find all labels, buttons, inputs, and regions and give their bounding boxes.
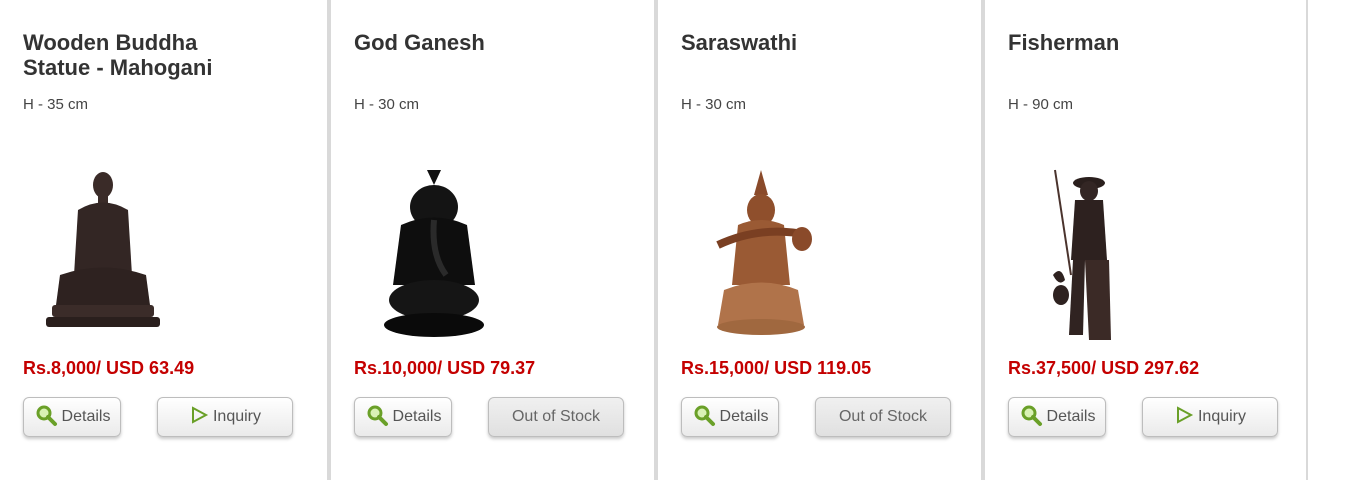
out-of-stock-label: Out of Stock	[511, 408, 601, 425]
details-label: Details	[1046, 408, 1096, 425]
product-price: Rs.15,000/ USD 119.05	[681, 358, 872, 378]
product-title[interactable]: Wooden Buddha Statue - Mahogani	[23, 30, 253, 82]
details-button[interactable]: Details	[1008, 397, 1106, 437]
product-price: Rs.37,500/ USD 297.62	[1008, 358, 1200, 378]
details-label: Details	[719, 408, 769, 425]
details-button[interactable]: Details	[23, 397, 121, 437]
details-label: Details	[61, 408, 111, 425]
product-title[interactable]: Saraswathi	[681, 30, 911, 82]
product-card: Saraswathi H - 30 cm Rs.15,000/ USD 119.…	[654, 0, 981, 480]
out-of-stock-label: Out of Stock	[838, 408, 928, 425]
product-title[interactable]: Fisherman	[1008, 30, 1238, 82]
details-button[interactable]: Details	[354, 397, 452, 437]
inquiry-label: Inquiry	[1197, 408, 1247, 425]
play-outline-icon	[1174, 405, 1194, 430]
product-card: Fisherman H - 90 cm Rs.37,500/ USD 297.6…	[981, 0, 1308, 480]
inquiry-button[interactable]: Inquiry	[157, 397, 293, 437]
magnifier-icon	[34, 403, 58, 432]
product-title[interactable]: God Ganesh	[354, 30, 584, 82]
product-height: H - 90 cm	[1008, 96, 1074, 113]
product-height: H - 35 cm	[23, 96, 89, 113]
magnifier-icon	[1019, 403, 1043, 432]
product-height: H - 30 cm	[681, 96, 747, 113]
magnifier-icon	[692, 403, 716, 432]
product-card: God Ganesh H - 30 cm Rs.10,000/ USD 79.3…	[327, 0, 654, 480]
product-image-ganesh[interactable]	[371, 165, 571, 345]
inquiry-label: Inquiry	[212, 408, 262, 425]
inquiry-button[interactable]: Inquiry	[1142, 397, 1278, 437]
product-price: Rs.10,000/ USD 79.37	[354, 358, 536, 378]
details-button[interactable]: Details	[681, 397, 779, 437]
product-image-saraswathi[interactable]	[698, 165, 898, 345]
product-card: Wooden Buddha Statue - Mahogani H - 35 c…	[0, 0, 327, 480]
product-image-buddha[interactable]	[40, 165, 240, 345]
product-image-fisherman[interactable]	[1025, 165, 1225, 345]
details-label: Details	[392, 408, 442, 425]
product-price: Rs.8,000/ USD 63.49	[23, 358, 195, 378]
out-of-stock-button[interactable]: Out of Stock	[488, 397, 624, 437]
product-grid: Wooden Buddha Statue - Mahogani H - 35 c…	[0, 0, 1348, 480]
product-height: H - 30 cm	[354, 96, 420, 113]
play-outline-icon	[189, 405, 209, 430]
magnifier-icon	[365, 403, 389, 432]
out-of-stock-button[interactable]: Out of Stock	[815, 397, 951, 437]
